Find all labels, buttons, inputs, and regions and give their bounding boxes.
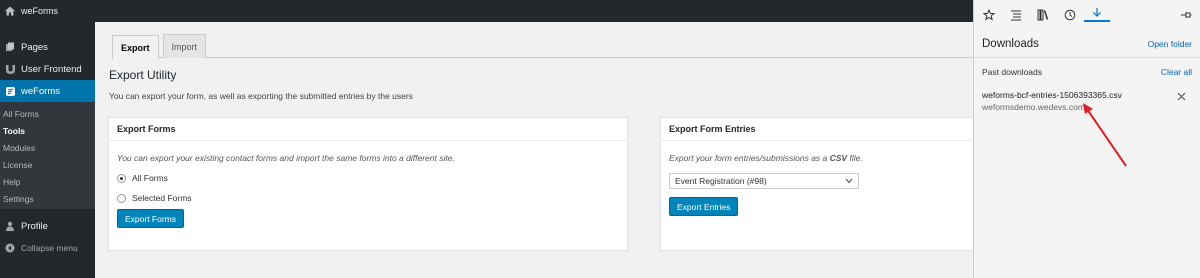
export-entries-button[interactable]: Export Entries: [669, 197, 739, 216]
radio-button[interactable]: [117, 193, 126, 203]
favorites-star-icon[interactable]: [982, 8, 996, 22]
admin-sidebar: Pages User Frontend weForms All Forms To…: [0, 22, 95, 278]
pages-icon: [4, 41, 16, 53]
sidebar-item-weforms[interactable]: weForms: [0, 80, 95, 102]
sidebar-item-user-frontend[interactable]: User Frontend: [0, 58, 95, 80]
submenu-item-all-forms[interactable]: All Forms: [0, 105, 95, 122]
panel-title: Export Forms: [109, 118, 627, 141]
history-icon[interactable]: [1063, 8, 1077, 22]
main-content: Export Import Export Utility You can exp…: [95, 22, 980, 278]
submenu-item-modules[interactable]: Modules: [0, 139, 95, 156]
downloads-header: Downloads Open folder: [974, 30, 1200, 58]
submenu-item-help[interactable]: Help: [0, 173, 95, 190]
radio-label: All Forms: [132, 173, 168, 183]
page-title: Export Utility: [109, 68, 177, 82]
sidebar-item-label: Profile: [21, 220, 48, 232]
weforms-icon: [4, 85, 16, 97]
home-icon[interactable]: [4, 5, 16, 17]
close-icon[interactable]: [1177, 92, 1186, 104]
form-select-dropdown[interactable]: Event Registration (#98): [669, 173, 859, 189]
sidebar-item-pages[interactable]: Pages: [0, 36, 95, 58]
collapse-icon: [4, 242, 16, 254]
collapse-menu-button[interactable]: Collapse menu: [0, 237, 95, 259]
page-description: You can export your form, as well as exp…: [109, 91, 413, 101]
sidebar-item-label: weForms: [21, 85, 61, 97]
tab-export[interactable]: Export: [112, 35, 159, 59]
chevron-down-icon: [845, 176, 853, 186]
clear-all-link[interactable]: Clear all: [1161, 67, 1192, 77]
pin-icon[interactable]: [1180, 9, 1192, 21]
downloads-icon[interactable]: [1084, 8, 1110, 22]
download-filename[interactable]: weforms-bcf-entries-1506393365.csv: [982, 90, 1192, 100]
sidebar-item-label: User Frontend: [21, 63, 82, 75]
tab-bar: Export Import: [112, 34, 972, 59]
user-frontend-icon: [4, 63, 16, 75]
sidebar-item-profile[interactable]: Profile: [0, 215, 95, 237]
export-forms-button[interactable]: Export Forms: [117, 209, 185, 228]
tab-import[interactable]: Import: [162, 34, 207, 58]
radio-button[interactable]: [117, 173, 126, 183]
panel-help-text: You can export your existing contact for…: [117, 153, 455, 163]
past-downloads-label: Past downloads: [982, 67, 1043, 77]
panel-help-text: Export your form entries/submissions as …: [669, 153, 863, 163]
annotation-arrow: [1083, 103, 1127, 167]
profile-icon: [4, 220, 16, 232]
downloads-title: Downloads: [982, 37, 1039, 50]
submenu-item-tools[interactable]: Tools: [0, 122, 95, 139]
reading-list-icon[interactable]: [1009, 8, 1023, 22]
panel-title: Export Form Entries: [661, 118, 979, 141]
submenu-item-settings[interactable]: Settings: [0, 190, 95, 207]
radio-label: Selected Forms: [132, 193, 192, 203]
past-downloads-header: Past downloads Clear all: [974, 58, 1200, 86]
site-name[interactable]: weForms: [21, 6, 58, 16]
books-icon[interactable]: [1036, 8, 1050, 22]
sidebar-item-label: Pages: [21, 41, 48, 53]
select-value: Event Registration (#98): [675, 176, 767, 186]
radio-all-forms[interactable]: All Forms: [117, 173, 619, 183]
open-folder-link[interactable]: Open folder: [1148, 39, 1192, 49]
browser-hub-toolbar: [974, 0, 1200, 30]
radio-selected-forms[interactable]: Selected Forms: [117, 193, 619, 203]
sidebar-item-label: Collapse menu: [21, 243, 78, 253]
export-forms-panel: Export Forms You can export your existin…: [108, 117, 628, 251]
export-entries-panel: Export Form Entries Export your form ent…: [660, 117, 980, 251]
submenu-item-license[interactable]: License: [0, 156, 95, 173]
weforms-submenu: All Forms Tools Modules License Help Set…: [0, 102, 95, 209]
